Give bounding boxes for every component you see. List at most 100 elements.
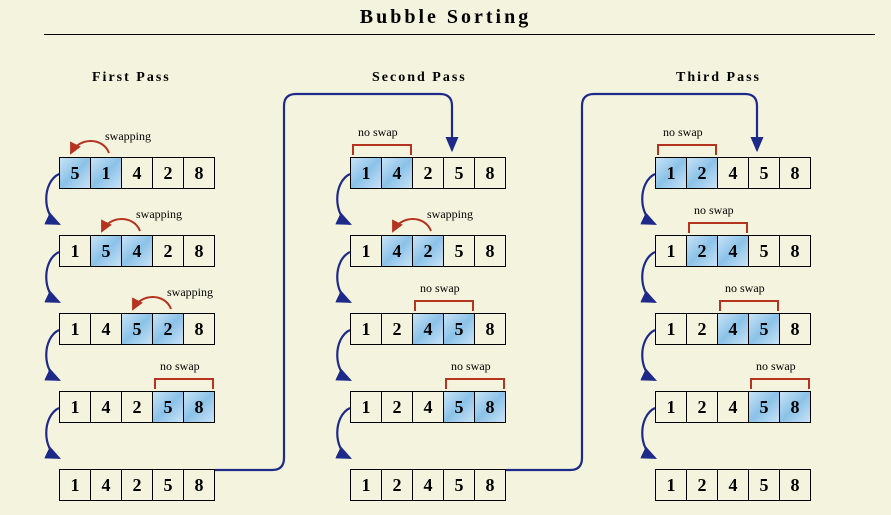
array: 12458 xyxy=(350,469,505,501)
array-cell: 8 xyxy=(779,235,811,267)
array-cell: 2 xyxy=(381,469,413,501)
array-cell: 5 xyxy=(152,391,184,423)
array-cell: 8 xyxy=(183,235,215,267)
array-cell: 4 xyxy=(717,313,749,345)
array: 12458 xyxy=(350,313,505,345)
no-swap-label: no swap xyxy=(663,125,703,140)
array-cell: 1 xyxy=(59,391,91,423)
array-cell: 4 xyxy=(381,157,413,189)
array: 14258 xyxy=(350,235,505,267)
array-cell: 4 xyxy=(381,235,413,267)
array-cell: 2 xyxy=(152,313,184,345)
array-cell: 5 xyxy=(748,391,780,423)
array-cell: 2 xyxy=(686,313,718,345)
array-cell: 4 xyxy=(412,313,444,345)
array-cell: 5 xyxy=(748,235,780,267)
array-cell: 1 xyxy=(655,157,687,189)
array-cell: 2 xyxy=(686,157,718,189)
array-cell: 5 xyxy=(748,313,780,345)
array-cell: 8 xyxy=(474,469,506,501)
array-cell: 5 xyxy=(90,235,122,267)
swap-label: swapping xyxy=(105,129,151,144)
pass-label-1: First Pass xyxy=(92,70,171,86)
array-cell: 1 xyxy=(655,391,687,423)
no-swap-label: no swap xyxy=(451,359,491,374)
array-cell: 1 xyxy=(59,235,91,267)
array-cell: 4 xyxy=(121,157,153,189)
array-cell: 1 xyxy=(655,313,687,345)
array-cell: 5 xyxy=(443,313,475,345)
array-cell: 8 xyxy=(183,391,215,423)
array-cell: 4 xyxy=(90,391,122,423)
no-swap-bracket-icon xyxy=(652,139,724,159)
array-cell: 5 xyxy=(443,469,475,501)
no-swap-label: no swap xyxy=(358,125,398,140)
array-cell: 4 xyxy=(717,157,749,189)
no-swap-bracket-icon xyxy=(683,217,755,237)
array-cell: 8 xyxy=(474,391,506,423)
pass-label-2: Second Pass xyxy=(372,70,467,86)
array-cell: 2 xyxy=(381,391,413,423)
array-cell: 2 xyxy=(686,391,718,423)
pass-label-3: Third Pass xyxy=(676,70,761,86)
no-swap-label: no swap xyxy=(694,203,734,218)
array-cell: 2 xyxy=(152,235,184,267)
array-cell: 8 xyxy=(779,157,811,189)
array-cell: 2 xyxy=(412,157,444,189)
no-swap-label: no swap xyxy=(420,281,460,296)
page-title: Bubble Sorting xyxy=(0,6,891,29)
array-cell: 1 xyxy=(655,235,687,267)
array-cell: 1 xyxy=(350,235,382,267)
array-cell: 4 xyxy=(717,391,749,423)
array-cell: 1 xyxy=(90,157,122,189)
array-cell: 2 xyxy=(121,469,153,501)
array: 51428 xyxy=(59,157,214,189)
no-swap-label: no swap xyxy=(756,359,796,374)
array-cell: 4 xyxy=(121,235,153,267)
array: 14528 xyxy=(59,313,214,345)
array: 14258 xyxy=(350,157,505,189)
array-cell: 1 xyxy=(350,391,382,423)
array-cell: 1 xyxy=(59,313,91,345)
no-swap-bracket-icon xyxy=(347,139,419,159)
array: 12458 xyxy=(655,157,810,189)
array-cell: 8 xyxy=(779,391,811,423)
array-cell: 2 xyxy=(121,391,153,423)
no-swap-bracket-icon xyxy=(714,295,786,315)
array-cell: 4 xyxy=(717,469,749,501)
array-cell: 4 xyxy=(412,469,444,501)
swap-label: swapping xyxy=(427,207,473,222)
array-cell: 5 xyxy=(748,469,780,501)
swap-label: swapping xyxy=(167,285,213,300)
array-cell: 5 xyxy=(59,157,91,189)
no-swap-bracket-icon xyxy=(149,373,221,393)
array: 14258 xyxy=(59,469,214,501)
array: 12458 xyxy=(655,391,810,423)
array-cell: 8 xyxy=(474,235,506,267)
array-cell: 1 xyxy=(350,469,382,501)
array-cell: 1 xyxy=(59,469,91,501)
array-cell: 8 xyxy=(183,469,215,501)
array: 12458 xyxy=(655,469,810,501)
array-cell: 5 xyxy=(443,391,475,423)
no-swap-label: no swap xyxy=(725,281,765,296)
array-cell: 1 xyxy=(350,157,382,189)
array-cell: 2 xyxy=(152,157,184,189)
array-cell: 5 xyxy=(152,469,184,501)
array-cell: 2 xyxy=(686,469,718,501)
no-swap-label: no swap xyxy=(160,359,200,374)
array-cell: 4 xyxy=(90,313,122,345)
diagram-root: Bubble Sorting First Pass Second Pass Th… xyxy=(0,0,891,507)
array: 12458 xyxy=(350,391,505,423)
array-cell: 4 xyxy=(412,391,444,423)
array: 12458 xyxy=(655,235,810,267)
array-cell: 2 xyxy=(381,313,413,345)
array-cell: 5 xyxy=(443,235,475,267)
title-rule xyxy=(44,34,875,35)
array-cell: 5 xyxy=(121,313,153,345)
no-swap-bracket-icon xyxy=(440,373,512,393)
array-cell: 8 xyxy=(779,469,811,501)
array-cell: 8 xyxy=(183,313,215,345)
array-cell: 5 xyxy=(443,157,475,189)
array-cell: 2 xyxy=(686,235,718,267)
